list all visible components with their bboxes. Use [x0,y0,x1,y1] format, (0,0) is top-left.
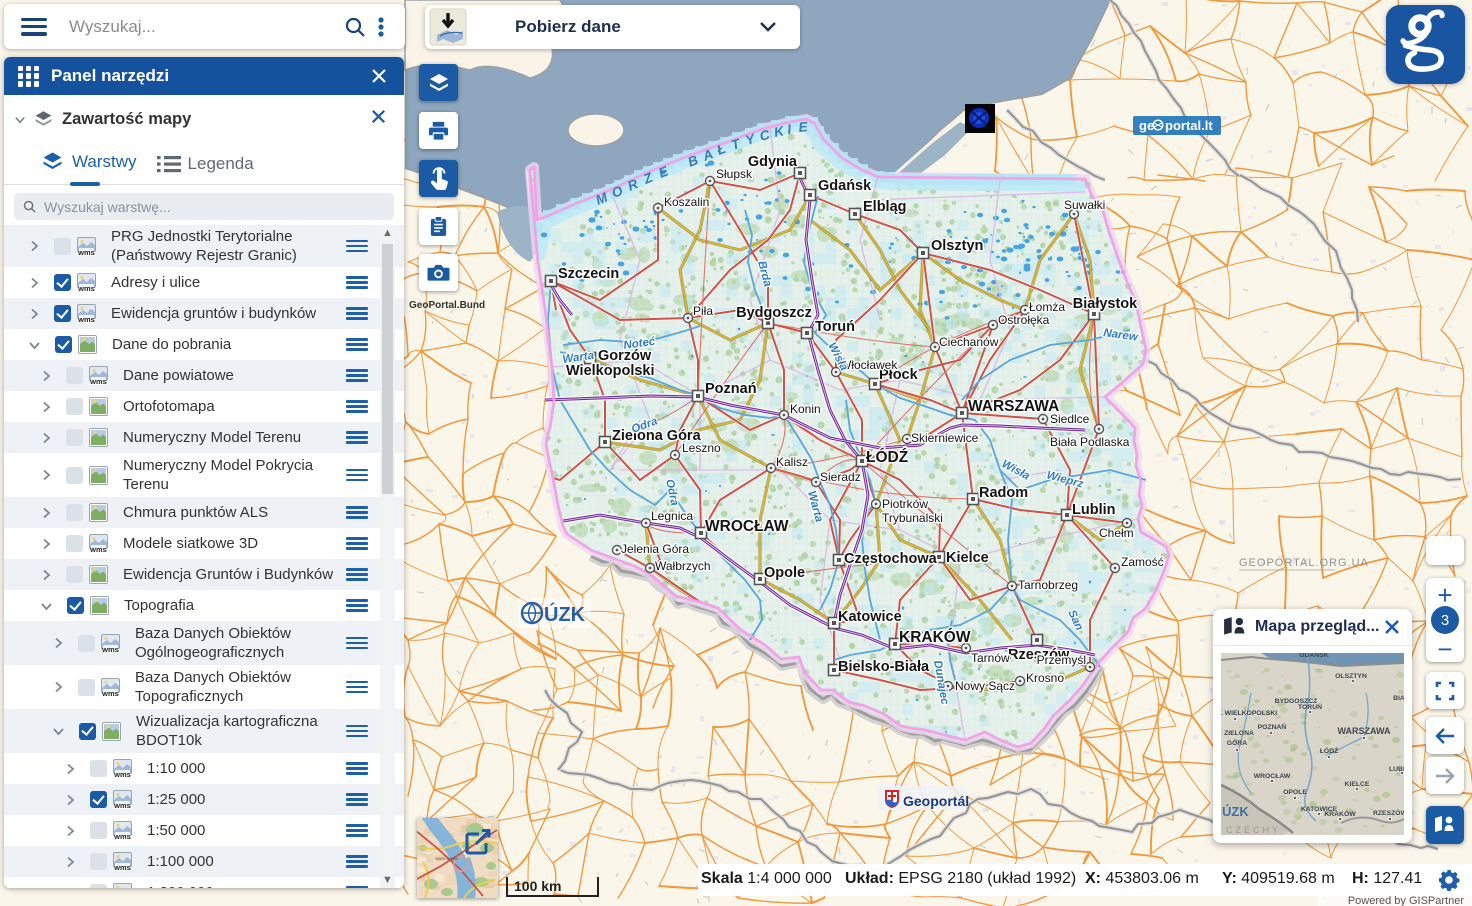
svg-text:wms: wms [101,645,119,653]
svg-text:wms: wms [113,863,131,871]
svg-text:Wielkopolski: Wielkopolski [566,363,655,379]
svg-text:Szczecin: Szczecin [558,266,619,282]
svg-text:wms: wms [113,832,131,840]
svg-text:ÚZK: ÚZK [544,602,586,626]
svg-text:Białystok: Białystok [1073,296,1138,312]
svg-text:Gdynia: Gdynia [748,154,798,170]
svg-text:WROCŁAW: WROCŁAW [1254,773,1291,780]
svg-text:WROCŁAW: WROCŁAW [705,518,789,535]
svg-text:Ciechanów: Ciechanów [939,335,999,349]
svg-text:wms: wms [113,770,131,778]
svg-text:Poznań: Poznań [705,381,757,397]
svg-text:OLSZTYN: OLSZTYN [1335,673,1367,680]
svg-text:WARSZAWA: WARSZAWA [435,856,458,861]
svg-text:ŁÓDŹ: ŁÓDŹ [1320,746,1339,755]
svg-text:Łomża: Łomża [1029,300,1065,314]
svg-text:Suwałki: Suwałki [1064,198,1105,212]
svg-text:Konin: Konin [790,402,821,416]
svg-text:Koszalin: Koszalin [664,195,709,209]
svg-text:ZIELONA: ZIELONA [1224,730,1254,737]
svg-text:OPOLE: OPOLE [1283,789,1307,796]
svg-text:Siedlce: Siedlce [1050,412,1090,426]
svg-text:Opole: Opole [764,565,805,581]
svg-text:Powered by GISPartner: Powered by GISPartner [1348,895,1465,906]
svg-text:Jelenia Góra: Jelenia Góra [621,542,689,556]
svg-text:Chełm: Chełm [1099,526,1134,540]
svg-text:Krosno: Krosno [1026,671,1064,685]
svg-text:WARSZAWA: WARSZAWA [968,398,1059,415]
svg-text:RZESZÓW: RZESZÓW [1373,808,1404,817]
svg-text:wms: wms [77,315,95,323]
svg-text:POZNAŃ: POZNAŃ [1258,722,1287,731]
svg-text:Toruń: Toruń [815,319,855,335]
svg-text:KIELCE: KIELCE [1345,781,1370,788]
svg-text:wms: wms [77,284,95,292]
svg-text:Legnica: Legnica [651,509,693,523]
svg-text:Nowy Sącz: Nowy Sącz [955,679,1015,693]
svg-text:Olsztyn: Olsztyn [931,238,983,254]
svg-text:Przemyśl: Przemyśl [1037,653,1086,667]
svg-text:GEOPORTAL.ORG.UA: GEOPORTAL.ORG.UA [1239,557,1369,569]
svg-text:Bydgoszcz: Bydgoszcz [736,305,812,321]
svg-text:Elbląg: Elbląg [863,199,907,215]
svg-text:Lublin: Lublin [1072,502,1116,518]
svg-text:Częstochowa: Częstochowa [844,551,938,567]
svg-text:Tarnów: Tarnów [971,651,1010,665]
svg-text:W. WIELKOPOLSKI: W. WIELKOPOLSKI [1221,710,1277,717]
svg-text:Gdańsk: Gdańsk [818,178,872,194]
svg-text:wms: wms [113,801,131,809]
svg-text:KRAKÓW: KRAKÓW [1324,809,1356,818]
svg-text:GDAŃSK: GDAŃSK [1299,653,1329,659]
svg-text:Kielce: Kielce [946,550,989,566]
svg-text:Tarnobrzeg: Tarnobrzeg [1018,578,1078,592]
svg-text:Piła: Piła [693,304,713,318]
svg-text:Słupsk: Słupsk [716,167,753,181]
svg-text:ge: ge [1139,118,1154,133]
svg-text:CZECHY: CZECHY [1226,825,1281,835]
svg-text:wms: wms [101,689,119,697]
svg-text:Bielsko-Biała: Bielsko-Biała [838,659,930,675]
svg-text:Sieradz: Sieradz [820,470,861,484]
svg-text:Wałbrzych: Wałbrzych [655,559,711,573]
svg-text:Skierniewice: Skierniewice [911,431,979,445]
svg-text:Katowice: Katowice [838,609,902,625]
svg-text:BIAŁ: BIAŁ [1393,695,1404,702]
svg-text:Kalisz: Kalisz [776,455,808,469]
svg-text:Piotrków: Piotrków [882,497,928,511]
svg-text:Biała Podlaska: Biała Podlaska [1050,435,1130,449]
svg-text:Zamość: Zamość [1121,555,1164,569]
svg-text:Leszno: Leszno [682,441,721,455]
svg-text:Trybunalski: Trybunalski [882,511,943,525]
svg-text:GeoPortal.Bund: GeoPortal.Bund [409,300,485,311]
svg-text:Radom: Radom [979,485,1028,501]
svg-text:ÚZK: ÚZK [1222,804,1249,819]
svg-text:wms: wms [89,377,107,385]
svg-text:TORUŃ: TORUŃ [1298,702,1322,711]
svg-text:Ostrołęka: Ostrołęka [998,313,1050,327]
svg-text:wms: wms [77,248,95,256]
svg-text:GÓRA: GÓRA [1227,738,1247,747]
svg-text:ŁÓDŹ: ŁÓDŹ [866,448,909,466]
svg-text:KRAKÓW: KRAKÓW [899,628,971,646]
svg-text:WARSZAWA: WARSZAWA [1338,726,1391,736]
svg-text:portal.lt: portal.lt [1165,118,1213,133]
svg-text:wms: wms [89,545,107,553]
svg-text:Geoportál: Geoportál [903,793,969,809]
